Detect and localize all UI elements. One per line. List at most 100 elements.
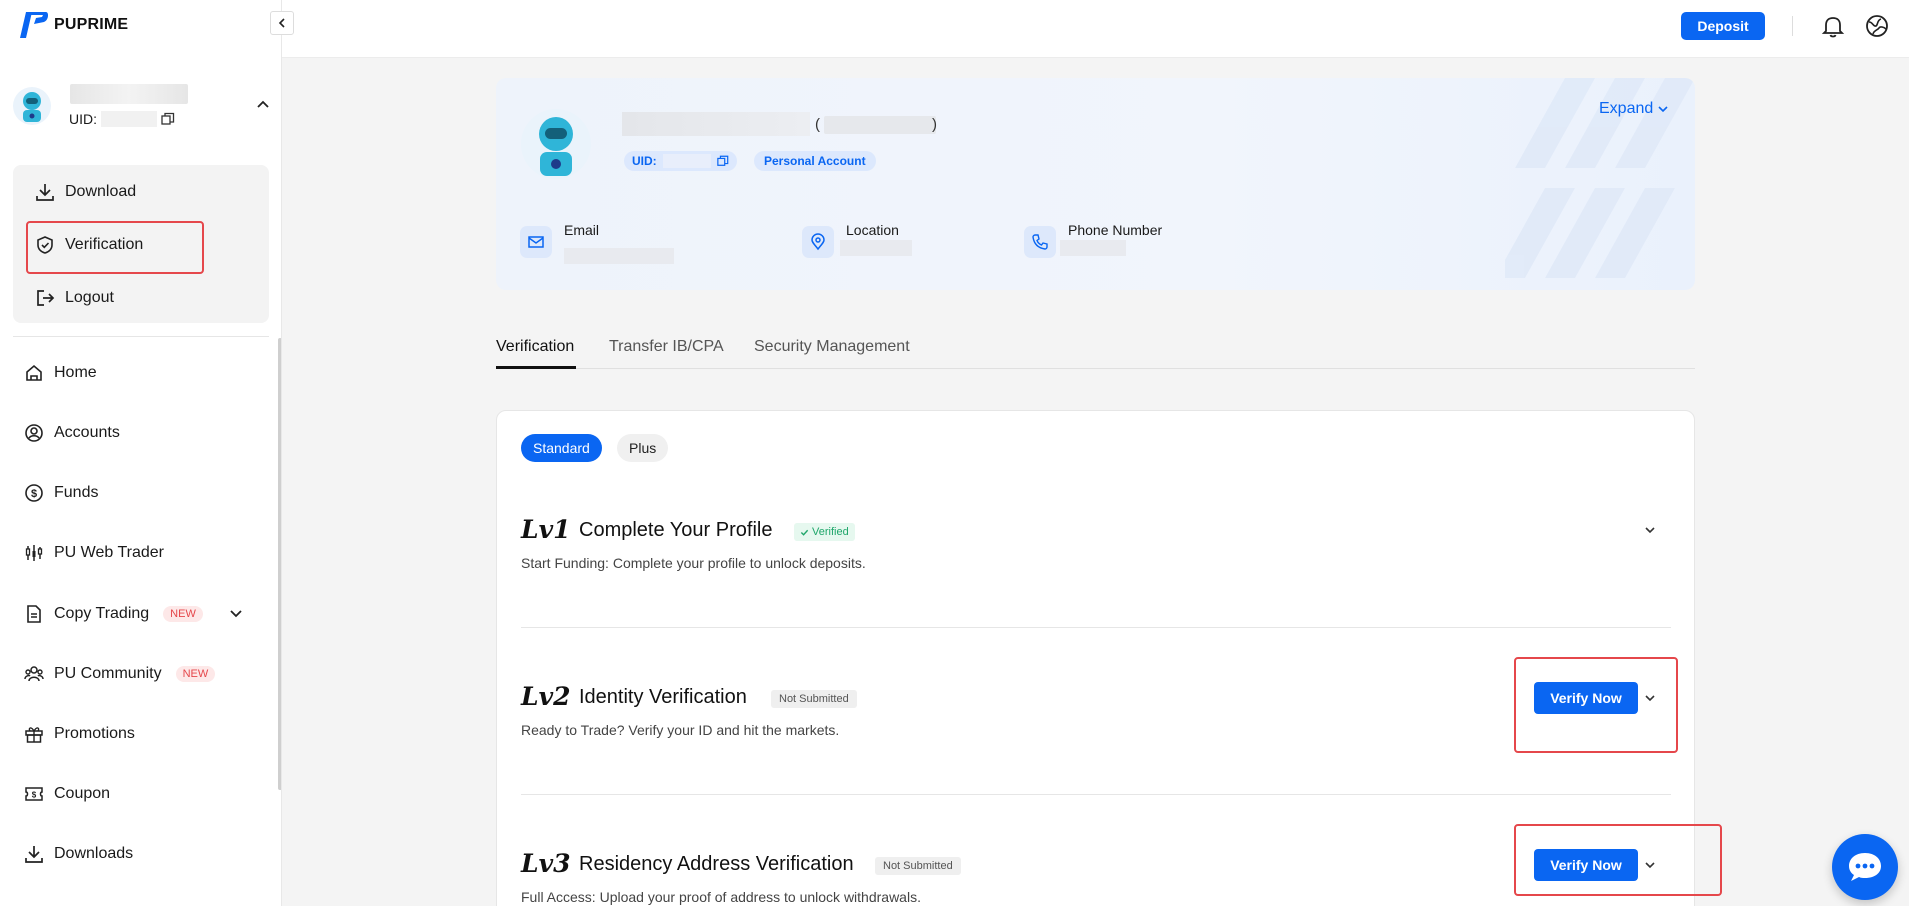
- level-title: Residency Address Verification: [579, 853, 854, 875]
- sidebar-scrollbar[interactable]: [278, 338, 281, 790]
- location-pin-icon: [811, 233, 825, 251]
- check-icon: [800, 529, 809, 536]
- uid-pill: UID:: [624, 151, 737, 171]
- sidebar-item-home[interactable]: Home: [24, 363, 97, 383]
- user-profile-summary[interactable]: UID:: [12, 78, 272, 134]
- sidebar-item-funds[interactable]: $ Funds: [24, 483, 98, 503]
- account-type-pill: Personal Account: [754, 151, 876, 171]
- copy-icon[interactable]: [716, 155, 729, 167]
- sidebar-item-copy-trading[interactable]: Copy Trading NEW: [24, 604, 203, 624]
- chevron-down-icon: [1658, 106, 1668, 113]
- sidebar-item-label: Accounts: [54, 424, 120, 441]
- profile-id-redacted: [824, 116, 936, 134]
- document-icon: [27, 605, 41, 623]
- status-text: Verified: [812, 526, 849, 538]
- chat-bubble-icon: [1849, 853, 1881, 881]
- download-icon: [25, 846, 43, 863]
- email-label: Email: [564, 222, 600, 238]
- logout-icon: [37, 290, 55, 306]
- avatar: [13, 87, 51, 125]
- user-circle-icon: [25, 424, 43, 442]
- status-badge-verified: Verified: [794, 523, 855, 541]
- expand-link[interactable]: Expand: [1599, 100, 1669, 118]
- sidebar-item-coupon[interactable]: $ Coupon: [24, 784, 110, 804]
- header-divider: [1792, 16, 1793, 36]
- email-value-redacted: [564, 248, 674, 264]
- phone-icon: [1032, 234, 1048, 250]
- level-description: Ready to Trade? Verify your ID and hit t…: [521, 722, 840, 738]
- sidebar-item-pu-community[interactable]: PU Community NEW: [24, 664, 216, 684]
- user-name-redacted: [70, 84, 188, 104]
- paren-close: ): [932, 116, 937, 133]
- sidebar-item-label: PU Community: [54, 665, 162, 682]
- chevron-up-icon[interactable]: [255, 96, 271, 112]
- sidebar-item-label: Funds: [54, 484, 99, 501]
- tab-verification[interactable]: Verification: [496, 338, 574, 356]
- notification-bell-icon[interactable]: [1820, 13, 1846, 39]
- chevron-left-icon: [278, 18, 285, 28]
- segment-plus[interactable]: Plus: [617, 434, 669, 462]
- svg-text:$: $: [32, 791, 37, 800]
- level-2-row: Lv2 Identity Verification Not Submitted …: [521, 682, 1671, 742]
- tab-transfer-ib-cpa[interactable]: Transfer IB/CPA: [609, 338, 724, 356]
- highlight-annotation-verification: [26, 221, 204, 274]
- dollar-icon: $: [25, 484, 43, 502]
- language-globe-icon[interactable]: [1864, 13, 1890, 39]
- chat-support-button[interactable]: [1832, 834, 1898, 900]
- sidebar-item-label: Promotions: [54, 725, 135, 742]
- level-tag: Lv3: [521, 849, 571, 878]
- sidebar-item-pu-web-trader[interactable]: PU Web Trader: [24, 543, 164, 563]
- level-title: Complete Your Profile: [579, 519, 773, 541]
- sidebar: PUPRIME UID: Download Verification Logou…: [0, 0, 282, 906]
- status-badge-not-submitted: Not Submitted: [771, 690, 857, 708]
- menu-item-logout[interactable]: Logout: [35, 288, 114, 308]
- coupon-icon: $: [25, 787, 43, 801]
- deposit-button[interactable]: Deposit: [1681, 12, 1765, 40]
- sidebar-item-label: Downloads: [54, 845, 134, 862]
- menu-item-download[interactable]: Download: [35, 182, 136, 202]
- profile-avatar: [521, 109, 591, 179]
- community-icon: [24, 666, 44, 682]
- sidebar-item-label: Copy Trading: [54, 605, 150, 622]
- mail-icon: [528, 236, 544, 248]
- copy-icon[interactable]: [161, 112, 175, 126]
- level-3-row: Lv3 Residency Address Verification Not S…: [521, 849, 1671, 906]
- new-badge: NEW: [175, 666, 216, 682]
- collapse-sidebar-button[interactable]: [270, 11, 294, 35]
- brand-logo[interactable]: PUPRIME: [16, 8, 128, 42]
- highlight-annotation-lv3: [1514, 824, 1722, 896]
- segment-standard[interactable]: Standard: [521, 434, 602, 462]
- new-badge: NEW: [163, 606, 203, 622]
- level-tag: Lv2: [521, 682, 571, 711]
- chevron-down-icon[interactable]: [228, 606, 244, 622]
- uid-value-redacted: [662, 154, 711, 168]
- level-title: Identity Verification: [579, 686, 747, 708]
- sidebar-item-label: Coupon: [54, 785, 111, 802]
- download-icon: [36, 184, 54, 201]
- phone-value-redacted: [1060, 240, 1126, 256]
- phone-label: Phone Number: [1068, 222, 1163, 238]
- sidebar-item-accounts[interactable]: Accounts: [24, 423, 120, 443]
- location-icon-box: [802, 226, 834, 258]
- svg-text:$: $: [31, 488, 37, 500]
- chevron-down-icon[interactable]: [1643, 523, 1657, 537]
- sidebar-item-downloads[interactable]: Downloads: [24, 844, 133, 864]
- gift-icon: [25, 727, 43, 743]
- location-label: Location: [846, 222, 899, 238]
- menu-item-label: Logout: [65, 289, 114, 306]
- phone-icon-box: [1024, 226, 1056, 258]
- top-bar: [282, 0, 1909, 58]
- sidebar-item-promotions[interactable]: Promotions: [24, 724, 135, 744]
- chart-icon: [25, 545, 43, 561]
- settings-tabs: Verification Transfer IB/CPA Security Ma…: [496, 324, 1695, 369]
- profile-name-redacted: [622, 112, 810, 136]
- brand-name: PUPRIME: [54, 16, 129, 33]
- highlight-annotation-lv2: [1514, 657, 1678, 753]
- level-tag: Lv1: [521, 515, 571, 544]
- level-divider: [521, 627, 1671, 628]
- menu-item-label: Download: [65, 183, 137, 200]
- tab-security-management[interactable]: Security Management: [754, 338, 910, 356]
- mail-icon-box: [520, 226, 552, 258]
- uid-label: UID:: [69, 111, 97, 127]
- sidebar-divider: [13, 336, 269, 337]
